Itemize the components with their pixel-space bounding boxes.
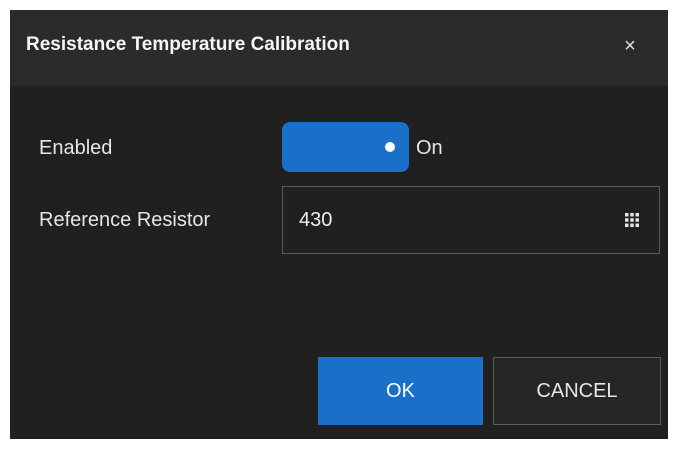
enabled-toggle[interactable] [282,122,409,172]
enabled-label: Enabled [39,137,113,159]
ok-button[interactable]: OK [318,357,483,425]
cancel-button[interactable]: CANCEL [493,357,661,425]
calibration-dialog: Resistance Temperature Calibration × Ena… [10,10,668,439]
reference-resistor-field [282,186,660,254]
keypad-icon[interactable] [624,212,640,228]
close-icon[interactable]: × [614,30,646,62]
dialog-title: Resistance Temperature Calibration [26,34,350,55]
dialog-titlebar: Resistance Temperature Calibration × [10,10,668,86]
enabled-state-text: On [416,137,443,159]
reference-resistor-label: Reference Resistor [39,209,211,231]
toggle-knob [385,142,395,152]
reference-resistor-input[interactable] [299,187,609,253]
